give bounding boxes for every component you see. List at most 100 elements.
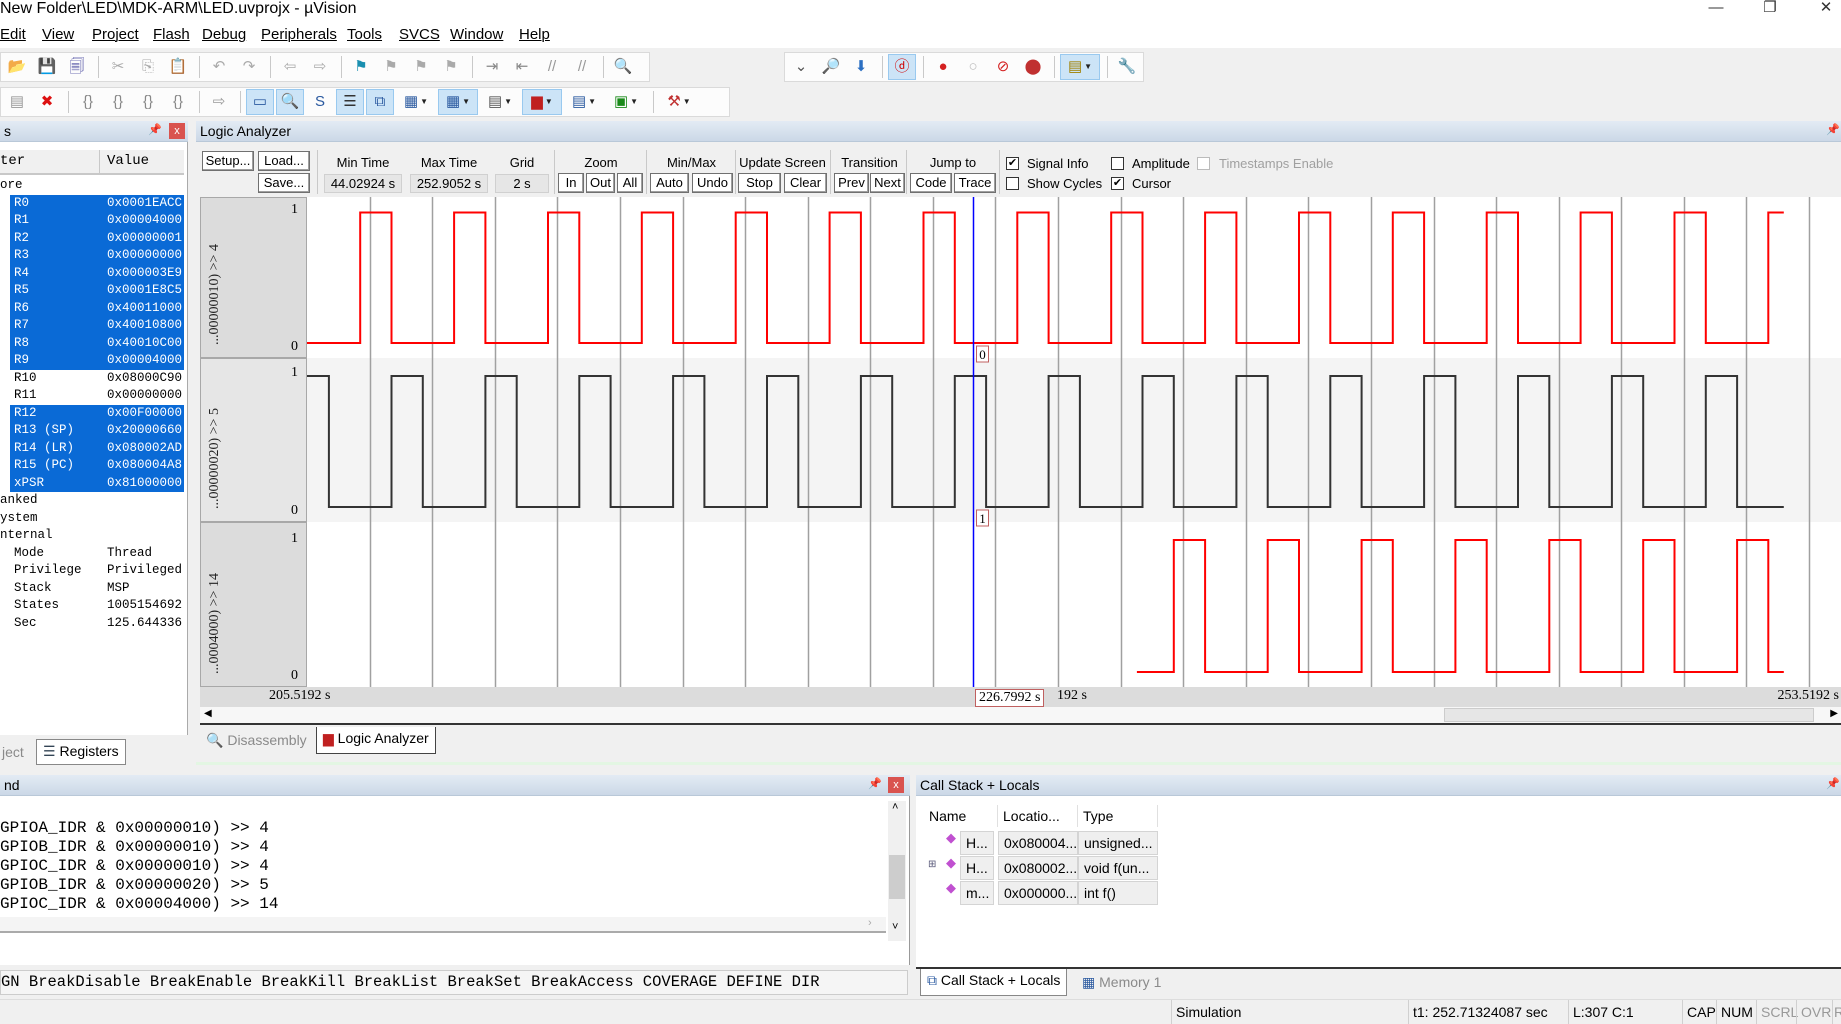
register-value[interactable]: 0x08000C90	[107, 370, 182, 388]
register-name[interactable]: R9	[14, 352, 29, 370]
horizontal-scrollbar[interactable]: ◀ ▶	[200, 707, 1841, 725]
menu-window[interactable]: Window	[450, 26, 503, 43]
register-name[interactable]: R13 (SP)	[14, 422, 74, 440]
register-name[interactable]: Sec	[14, 615, 37, 633]
serial-windows-icon[interactable]: ▤ ▼	[480, 89, 520, 115]
registers-window-icon[interactable]: ☰	[336, 89, 364, 115]
register-value[interactable]: 0x20000660	[107, 422, 182, 440]
register-value[interactable]: 0x080002AD	[107, 440, 182, 458]
register-name[interactable]: ore	[0, 177, 23, 195]
start-stop-debug-icon[interactable]: ⓓ	[888, 54, 916, 80]
tab-callstack[interactable]: ⧉ Call Stack + Locals	[920, 969, 1068, 996]
menu-view[interactable]: View	[42, 26, 74, 43]
setup-button[interactable]: Setup...	[202, 151, 254, 171]
reset-icon[interactable]: ▤	[3, 89, 31, 115]
menu-debug[interactable]: Debug	[202, 26, 246, 43]
insert-breakpoint-icon[interactable]: ●	[929, 54, 957, 80]
signal-label-3[interactable]: ...0004000) >> 14 1 0	[200, 522, 307, 687]
save-icon[interactable]: 💾	[33, 54, 61, 80]
register-value[interactable]: 0x000003E9	[107, 265, 182, 283]
clear-bookmarks-icon[interactable]: ⚑	[437, 54, 465, 80]
horizontal-scrollbar[interactable]: ›	[0, 917, 886, 933]
pin-icon[interactable]: 📌	[1826, 123, 1840, 137]
register-value[interactable]: 0x00F00000	[107, 405, 182, 423]
command-window-icon[interactable]: ▭	[246, 89, 274, 115]
toolbox-icon[interactable]: ⚒ ▼	[659, 89, 699, 115]
zoom-all-button[interactable]: All	[617, 173, 643, 193]
step-over-icon[interactable]: {}	[104, 89, 132, 115]
show-cycles-checkbox[interactable]	[1006, 177, 1019, 190]
register-value[interactable]: 0x080004A8	[107, 457, 182, 475]
command-input[interactable]: GN BreakDisable BreakEnable BreakKill Br…	[0, 970, 908, 995]
scrollbar-thumb[interactable]	[1444, 708, 1814, 722]
cell-location[interactable]: 0x080002...	[998, 856, 1078, 880]
step-out-icon[interactable]: {}	[134, 89, 162, 115]
register-value[interactable]: 0x81000000	[107, 475, 182, 493]
signal-label-1[interactable]: ...00000010) >> 4 1 0	[200, 197, 307, 358]
register-value[interactable]: 0x0001E8C5	[107, 282, 182, 300]
register-value[interactable]: 0x0001EACC	[107, 195, 182, 213]
register-value[interactable]: 1005154692	[107, 597, 182, 615]
undo-icon[interactable]: ↶	[205, 54, 233, 80]
register-value[interactable]: 0x00000001	[107, 230, 182, 248]
next-bookmark-icon[interactable]: ⚑	[407, 54, 435, 80]
minimize-button[interactable]: —	[1701, 0, 1731, 20]
analysis-windows-icon[interactable]: ▆ ▼	[522, 89, 562, 115]
chevron-down-icon[interactable]: ▼	[588, 94, 596, 110]
watch-windows-icon[interactable]: ▦ ▼	[396, 89, 436, 115]
register-name[interactable]: R12	[14, 405, 37, 423]
undo-button[interactable]: Undo	[692, 173, 733, 193]
splitter[interactable]	[196, 762, 1841, 765]
tab-disassembly[interactable]: 🔍 Disassembly	[200, 729, 313, 753]
scroll-up-icon[interactable]: ˄	[892, 801, 898, 813]
disassembly-window-icon[interactable]: 🔍	[276, 89, 304, 115]
scroll-down-icon[interactable]: ˅	[892, 921, 898, 933]
step-into-icon[interactable]: {}	[74, 89, 102, 115]
tab-logic-analyzer[interactable]: ▆ Logic Analyzer	[316, 727, 436, 754]
load-button[interactable]: Load...	[258, 151, 310, 171]
register-name[interactable]: nternal	[0, 527, 53, 545]
find-in-files-icon[interactable]: 🔍	[609, 54, 637, 80]
disable-breakpoints-icon[interactable]: ⊘	[989, 54, 1017, 80]
menu-flash[interactable]: Flash	[153, 26, 190, 43]
incremental-find-icon[interactable]: ⬇	[847, 54, 875, 80]
next-transition-button[interactable]: Next	[870, 173, 905, 193]
register-name[interactable]: R7	[14, 317, 29, 335]
register-value[interactable]: Thread	[107, 545, 152, 563]
paste-icon[interactable]: 📋	[164, 54, 192, 80]
unindent-icon[interactable]: ⇤	[508, 54, 536, 80]
memory-windows-icon[interactable]: ▦ ▼	[438, 89, 478, 115]
register-value[interactable]: 0x00000000	[107, 247, 182, 265]
register-value[interactable]: 0x00004000	[107, 352, 182, 370]
show-next-statement-icon[interactable]: ⇨	[205, 89, 233, 115]
restore-button[interactable]: ❐	[1755, 0, 1785, 20]
cell-location[interactable]: 0x000000...	[998, 881, 1078, 905]
register-value[interactable]: 0x40010C00	[107, 335, 182, 353]
menu-edit[interactable]: Edit	[0, 26, 26, 43]
find-icon[interactable]: 🔎	[817, 54, 845, 80]
pin-icon[interactable]: 📌	[868, 777, 882, 791]
window-layout-icon[interactable]: ▤ ▼	[1060, 54, 1100, 80]
register-name[interactable]: States	[14, 597, 59, 615]
stop-button[interactable]: Stop	[738, 173, 781, 193]
register-name[interactable]: R2	[14, 230, 29, 248]
pin-icon[interactable]: 📌	[1826, 777, 1840, 791]
cursor-checkbox[interactable]: ✔	[1111, 177, 1124, 190]
close-icon[interactable]: x	[888, 777, 904, 793]
chevron-down-icon[interactable]: ▼	[462, 94, 470, 110]
signal-label-2[interactable]: ...00000020) >> 5 1 0	[200, 358, 307, 522]
menu-peripherals[interactable]: Peripherals	[261, 26, 337, 43]
tab-memory-1[interactable]: ▦ Memory 1	[1076, 971, 1167, 995]
close-icon[interactable]: x	[169, 123, 185, 139]
column-value[interactable]: Value	[107, 153, 149, 169]
register-name[interactable]: anked	[0, 492, 38, 510]
menu-tools[interactable]: Tools	[347, 26, 382, 43]
menu-svcs[interactable]: SVCS	[399, 26, 440, 43]
chevron-down-icon[interactable]: ▼	[1084, 59, 1092, 75]
kill-breakpoints-icon[interactable]: ⬤	[1019, 54, 1047, 80]
jump-trace-button[interactable]: Trace	[954, 173, 996, 193]
menu-help[interactable]: Help	[519, 26, 550, 43]
register-name[interactable]: Stack	[14, 580, 52, 598]
register-name[interactable]: R10	[14, 370, 37, 388]
copy-icon[interactable]: ⎘	[134, 54, 162, 80]
